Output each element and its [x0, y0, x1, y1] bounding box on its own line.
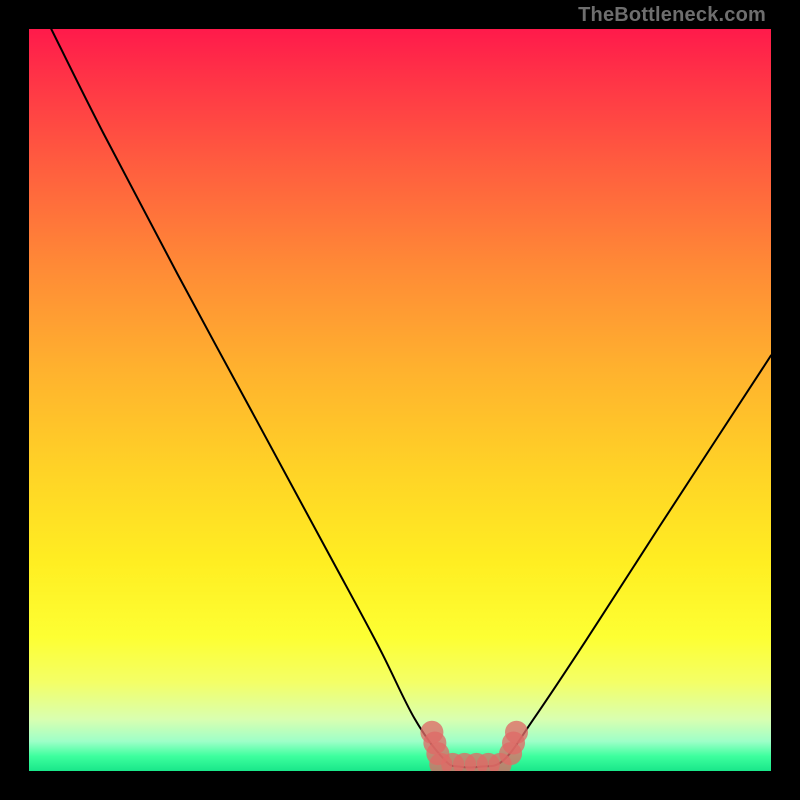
bottleneck-curve: [51, 29, 771, 767]
chart-overlay: [29, 29, 771, 771]
optimal-band: [420, 721, 528, 771]
chart-frame: TheBottleneck.com: [0, 0, 800, 800]
optimal-dot: [420, 721, 443, 744]
optimal-dot: [505, 721, 528, 744]
plot-area: [29, 29, 771, 771]
attribution-text: TheBottleneck.com: [578, 4, 766, 27]
